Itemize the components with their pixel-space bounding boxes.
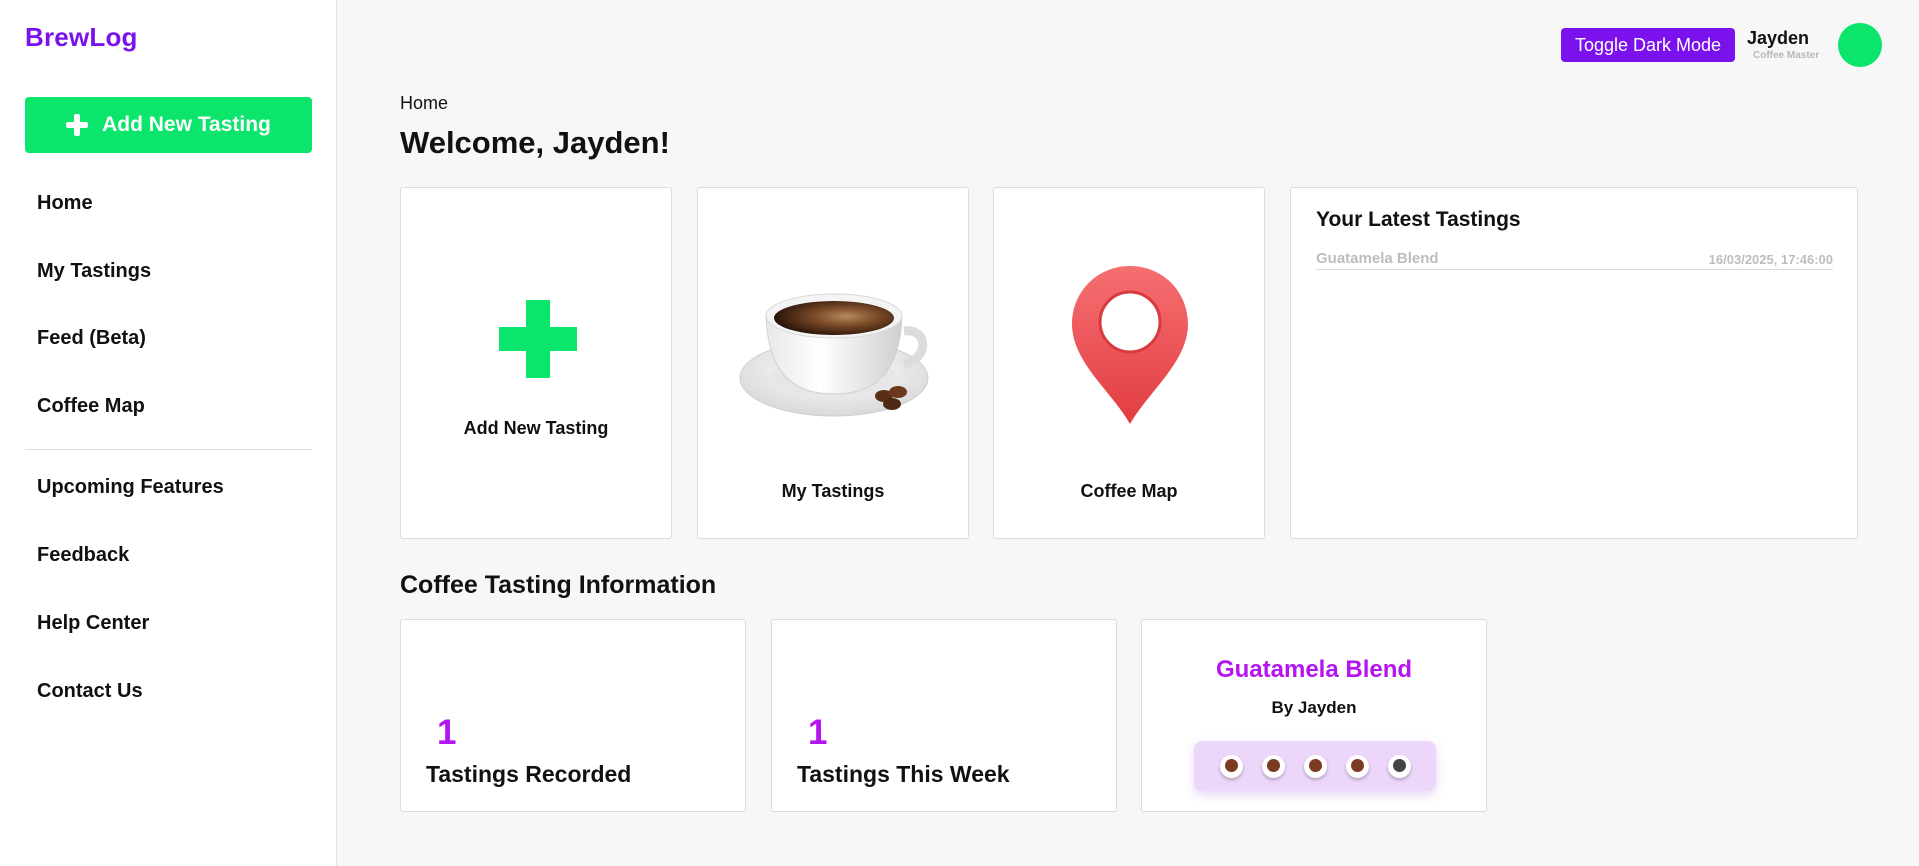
featured-blend-card[interactable]: Guatamela Blend By Jayden bbox=[1141, 619, 1487, 812]
sidebar-item-contact-us[interactable]: Contact Us bbox=[37, 680, 143, 703]
tile-coffee-map[interactable]: Coffee Map bbox=[993, 187, 1265, 539]
sidebar-divider bbox=[25, 449, 312, 450]
sidebar-item-home[interactable]: Home bbox=[37, 192, 93, 215]
coffee-bean-rating-icon bbox=[1303, 754, 1327, 778]
blend-name: Guatamela Blend bbox=[1215, 656, 1413, 683]
tile-label: My Tastings bbox=[781, 481, 885, 501]
sidebar-item-help-center[interactable]: Help Center bbox=[37, 612, 149, 635]
list-item[interactable]: Guatamela Blend 16/03/2025, 17:46:00 bbox=[1316, 250, 1833, 270]
coffee-bean-rating-icon bbox=[1387, 754, 1411, 778]
plus-icon bbox=[499, 300, 577, 378]
latest-tastings-title: Your Latest Tastings bbox=[1316, 208, 1521, 231]
avatar[interactable] bbox=[1838, 23, 1882, 67]
coffee-bean-rating-icon bbox=[1219, 754, 1243, 778]
sidebar-item-feed[interactable]: Feed (Beta) bbox=[37, 327, 146, 350]
blend-author: By Jayden bbox=[1271, 698, 1357, 717]
tile-label: Coffee Map bbox=[1080, 481, 1178, 501]
add-new-tasting-label: Add New Tasting bbox=[102, 113, 271, 136]
latest-tastings-panel: Your Latest Tastings Guatamela Blend 16/… bbox=[1290, 187, 1858, 539]
tile-label: Add New Tasting bbox=[463, 418, 609, 438]
tile-add-new-tasting[interactable]: Add New Tasting bbox=[400, 187, 672, 539]
stat-card-tastings-this-week: 1 Tastings This Week bbox=[771, 619, 1117, 812]
stat-label: Tastings This Week bbox=[797, 761, 1010, 787]
coffee-cup-icon bbox=[739, 293, 929, 417]
toggle-dark-mode-button[interactable]: Toggle Dark Mode bbox=[1561, 28, 1735, 62]
sidebar-item-upcoming-features[interactable]: Upcoming Features bbox=[37, 476, 224, 499]
stat-value: 1 bbox=[808, 713, 828, 752]
app-logo[interactable]: BrewLog bbox=[25, 22, 138, 53]
coffee-bean-rating-icon bbox=[1345, 754, 1369, 778]
sidebar-item-coffee-map[interactable]: Coffee Map bbox=[37, 395, 145, 418]
map-pin-icon bbox=[1072, 266, 1188, 424]
rating-display bbox=[1194, 741, 1436, 791]
stat-value: 1 bbox=[437, 713, 457, 752]
sidebar-item-feedback[interactable]: Feedback bbox=[37, 544, 129, 567]
tasting-date: 16/03/2025, 17:46:00 bbox=[1708, 252, 1833, 267]
coffee-bean-rating-icon bbox=[1261, 754, 1285, 778]
tasting-name: Guatamela Blend bbox=[1316, 250, 1439, 267]
breadcrumb[interactable]: Home bbox=[400, 93, 448, 114]
plus-icon bbox=[66, 114, 89, 136]
sidebar: BrewLog Add New Tasting Home My Tastings… bbox=[0, 0, 337, 866]
stat-label: Tastings Recorded bbox=[426, 761, 632, 787]
tile-my-tastings[interactable]: My Tastings bbox=[697, 187, 969, 539]
add-new-tasting-button[interactable]: Add New Tasting bbox=[25, 97, 312, 153]
stat-card-tastings-recorded: 1 Tastings Recorded bbox=[400, 619, 746, 812]
user-name: Jayden bbox=[1747, 28, 1810, 48]
sidebar-item-my-tastings[interactable]: My Tastings bbox=[37, 260, 151, 283]
user-role: Coffee Master bbox=[1753, 50, 1820, 61]
page-title: Welcome, Jayden! bbox=[400, 125, 670, 160]
section-title: Coffee Tasting Information bbox=[400, 571, 717, 599]
